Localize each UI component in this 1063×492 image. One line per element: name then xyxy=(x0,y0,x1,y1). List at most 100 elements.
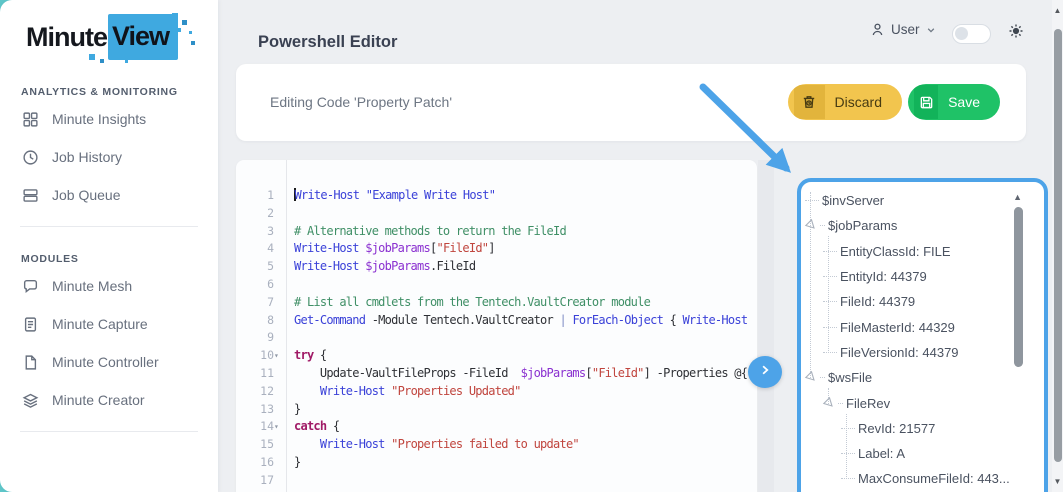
theme-toggle-switch[interactable] xyxy=(952,24,991,44)
tree-item-filerev[interactable]: FileRev xyxy=(801,390,1044,415)
sidebar-item-minute-creator[interactable]: Minute Creator xyxy=(0,381,218,419)
sidebar-item-label: Minute Controller xyxy=(52,354,159,370)
code-editor: 1 2 3 4 5 6 7 8 9 10 ▾ 11 12 13 14 ▾ 15 16 17 Write-Host "… xyxy=(236,160,757,492)
tree-item-fileid[interactable]: FileId: 44379 xyxy=(801,289,1044,314)
panel-splitter[interactable] xyxy=(758,160,774,492)
tree-item-entityclassid[interactable]: EntityClassId: FILE xyxy=(801,239,1044,264)
code-token: "FileId" xyxy=(436,241,489,256)
gutter-line: 5 xyxy=(236,258,286,276)
line-number: 4 xyxy=(267,241,274,256)
user-menu-button[interactable]: User xyxy=(870,22,936,37)
tree-connector xyxy=(823,326,837,328)
fold-arrow-icon[interactable]: ▾ xyxy=(274,418,283,436)
discard-button-label: Discard xyxy=(834,94,882,110)
tree-item-label: RevId: 21577 xyxy=(858,420,936,436)
tree-item-wsfile[interactable]: $wsFile xyxy=(801,365,1044,390)
code-line: } xyxy=(294,401,757,419)
scroll-down-icon[interactable]: ▼ xyxy=(1052,477,1063,486)
tree-guide-line xyxy=(828,236,829,353)
tree-item-revid[interactable]: RevId: 21577 xyxy=(801,416,1044,441)
line-number: 1 xyxy=(267,188,274,202)
page-scrollbar-thumb[interactable] xyxy=(1053,29,1062,462)
sidebar-item-label: Minute Creator xyxy=(52,392,145,408)
code-line: Write-Host "Properties Updated" xyxy=(294,383,757,401)
document-icon xyxy=(21,315,39,333)
code-token: "FileId" xyxy=(591,365,645,380)
tree-connector xyxy=(841,453,855,455)
panel-scroll-up-icon[interactable]: ▲ xyxy=(1013,192,1022,202)
code-area[interactable]: Write-Host "Example Write Host" # Alterna… xyxy=(287,160,757,492)
sidebar-item-job-history[interactable]: Job History xyxy=(0,138,218,176)
line-number: 17 xyxy=(260,472,274,487)
tree-item-invserver[interactable]: $invServer xyxy=(801,188,1044,213)
app-window: Minute View ANALYTICS & MONITORING Minute … xyxy=(0,0,1063,492)
code-line: Write-Host "Properties failed to update" xyxy=(294,436,757,454)
line-number: 5 xyxy=(267,259,274,274)
gutter-line: 13 xyxy=(236,401,286,419)
code-token: Get-Command xyxy=(294,312,366,327)
code-token: } xyxy=(294,454,301,469)
code-token: $jobParams xyxy=(365,259,430,274)
code-line: catch { xyxy=(294,418,757,436)
grid-icon xyxy=(21,110,39,128)
discard-button[interactable]: Discard xyxy=(788,84,902,120)
code-line: Write-Host $jobParams["FileId"] xyxy=(294,240,757,258)
tree-item-label[interactable]: Label: A xyxy=(801,441,1044,466)
sidebar-item-label: Minute Capture xyxy=(52,316,148,332)
tree-connector xyxy=(841,478,855,480)
line-number: 7 xyxy=(267,294,274,309)
code-token: Write-Host xyxy=(319,437,385,452)
tree-expander-icon[interactable] xyxy=(822,396,836,410)
tree-item-jobparams[interactable]: $jobParams xyxy=(801,213,1044,238)
tree-item-fileversionid[interactable]: FileVersionId: 44379 xyxy=(801,340,1044,365)
gutter-line: 7 xyxy=(236,294,286,312)
tree-connector xyxy=(805,200,819,202)
code-token: .FileId xyxy=(429,259,476,274)
tree-item-label: EntityClassId: FILE xyxy=(840,243,951,259)
sidebar-item-minute-mesh[interactable]: Minute Mesh xyxy=(0,267,218,305)
sidebar-item-minute-capture[interactable]: Minute Capture xyxy=(0,305,218,343)
code-token: } xyxy=(294,401,301,416)
editing-status-label: Editing Code 'Property Patch' xyxy=(270,94,452,110)
code-token: ForEach-Object xyxy=(572,312,664,327)
tree-item-entityid[interactable]: EntityId: 44379 xyxy=(801,264,1044,289)
scroll-up-icon[interactable]: ▲ xyxy=(1052,6,1063,15)
code-token: $jobParams xyxy=(520,365,586,380)
sidebar-item-minute-controller[interactable]: Minute Controller xyxy=(0,343,218,381)
logo-part-minute: Minute xyxy=(26,22,108,52)
tree-item-maxconsumefileid[interactable]: MaxConsumeFileId: 443... xyxy=(801,466,1044,491)
variables-tree: $invServer $jobParams EntityClassId: FILE E… xyxy=(801,182,1044,492)
tree-expander-icon[interactable] xyxy=(804,219,818,232)
sidebar-item-job-queue[interactable]: Job Queue xyxy=(0,176,218,214)
gutter-line: 16 xyxy=(236,454,286,472)
chevron-right-icon xyxy=(759,363,771,381)
tree-expander-icon[interactable] xyxy=(804,371,818,384)
fold-arrow-icon[interactable]: ▾ xyxy=(274,347,283,365)
sidebar-section-label-modules: MODULES xyxy=(21,253,79,265)
expand-panel-button[interactable] xyxy=(748,356,782,388)
sidebar-item-minute-insights[interactable]: Minute Insights xyxy=(0,100,218,138)
light-mode-sun-icon[interactable] xyxy=(1008,23,1024,44)
line-number: 11 xyxy=(260,365,274,380)
save-button[interactable]: Save xyxy=(908,84,1000,120)
gutter-line: 2 xyxy=(236,205,286,223)
code-token: Write-Host xyxy=(319,383,385,398)
code-line: # List all cmdlets from the Tentech.Vaul… xyxy=(294,294,757,312)
code-token: $jobParams xyxy=(365,241,430,256)
tree-connector xyxy=(820,377,825,379)
sidebar-item-label: Minute Mesh xyxy=(52,278,133,294)
panel-scrollbar-thumb[interactable] xyxy=(1014,207,1023,367)
page-scrollbar[interactable]: ▲ ▼ xyxy=(1052,0,1063,492)
code-token: Write-Host xyxy=(682,312,748,327)
sidebar: Minute View ANALYTICS & MONITORING Minute … xyxy=(0,0,218,492)
tree-item-filemasterid[interactable]: FileMasterId: 44329 xyxy=(801,314,1044,339)
layers-icon xyxy=(21,391,39,409)
sidebar-item-label: Minute Insights xyxy=(52,111,147,127)
save-button-label: Save xyxy=(948,94,980,110)
code-line: Write-Host $jobParams.FileId xyxy=(294,258,757,276)
line-number: 10 xyxy=(260,348,274,363)
gutter-line: 4 xyxy=(236,240,286,258)
sidebar-item-label: Job Queue xyxy=(52,187,121,203)
sidebar-divider xyxy=(20,431,198,432)
